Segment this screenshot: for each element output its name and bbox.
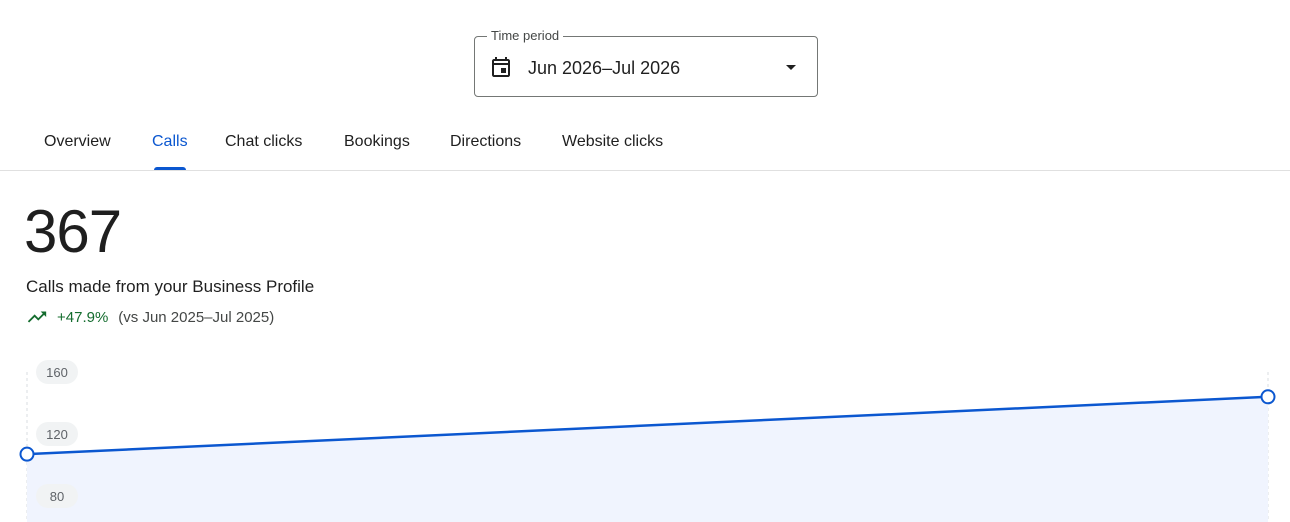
tab-label: Chat clicks — [225, 133, 303, 150]
series-area — [27, 396, 1268, 522]
trend-comparison: (vs Jun 2025–Jul 2025) — [118, 308, 275, 326]
tab-label: Website clicks — [562, 133, 664, 150]
tab-website-clicks[interactable]: Website clicks — [562, 118, 663, 170]
tab-label: Calls — [152, 133, 188, 150]
tab-directions[interactable]: Directions — [450, 118, 521, 170]
business-profile-performance: Time period Jun 2026–Jul 2026 Overview C… — [0, 0, 1290, 522]
metric-total: 367 — [24, 198, 122, 265]
y-tick-label: 160 — [36, 360, 78, 384]
tab-chat-clicks[interactable]: Chat clicks — [225, 118, 302, 170]
metric-tabs: Overview Calls Chat clicks Bookings Dire… — [0, 118, 1290, 171]
tab-label: Directions — [450, 133, 522, 150]
y-tick-label: 120 — [36, 422, 78, 446]
svg-text:120: 120 — [46, 427, 68, 442]
tab-overview[interactable]: Overview — [44, 118, 111, 170]
trend-percentage: +47.9% — [57, 308, 109, 326]
active-tab-indicator — [154, 167, 186, 170]
time-period-value: Jun 2026–Jul 2026 — [528, 58, 681, 78]
svg-text:160: 160 — [46, 365, 68, 380]
data-point[interactable] — [1260, 389, 1276, 405]
tab-calls[interactable]: Calls — [152, 118, 188, 170]
dropdown-arrow-icon — [786, 65, 796, 70]
tab-bookings[interactable]: Bookings — [344, 118, 410, 170]
time-period-select[interactable]: Time period Jun 2026–Jul 2026 — [474, 28, 818, 97]
tab-label: Bookings — [344, 133, 410, 150]
time-period-label: Time period — [487, 28, 564, 44]
data-point[interactable] — [19, 446, 35, 462]
calls-line-chart: 160 120 80 — [19, 360, 1276, 522]
svg-text:80: 80 — [50, 489, 64, 504]
trend-row: +47.9% (vs Jun 2025–Jul 2025) — [26, 306, 274, 328]
metric-label: Calls made from your Business Profile — [26, 277, 315, 296]
trending-up-icon — [27, 311, 47, 323]
calendar-icon — [492, 57, 510, 77]
y-tick-label: 80 — [36, 484, 78, 508]
tab-label: Overview — [44, 133, 111, 150]
